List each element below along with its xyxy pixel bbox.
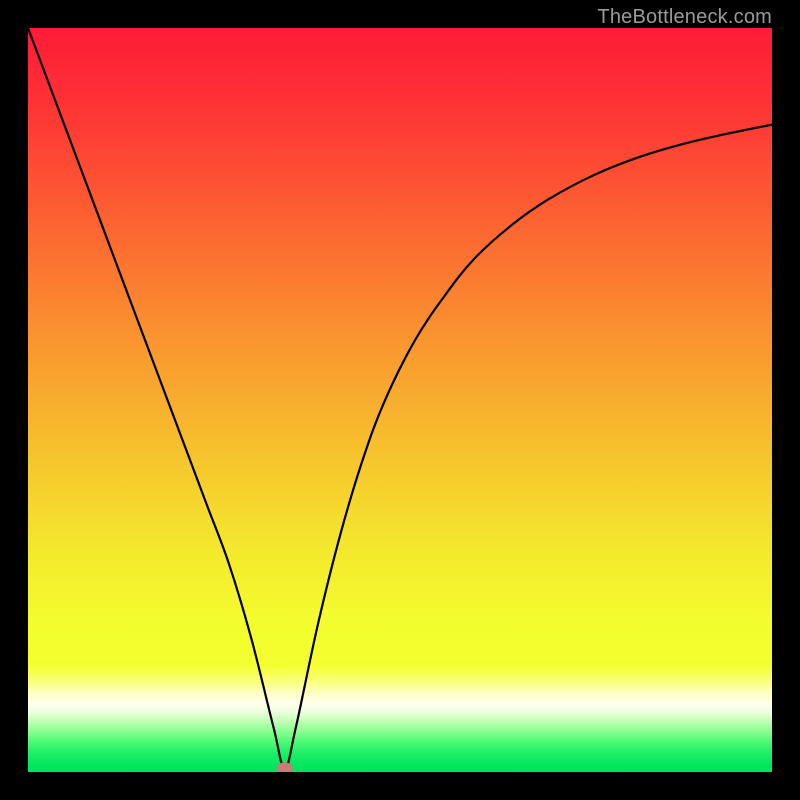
curve-layer — [28, 28, 772, 772]
bottleneck-curve — [28, 28, 772, 768]
watermark-text: TheBottleneck.com — [597, 6, 772, 29]
optimal-point-marker — [277, 762, 293, 772]
chart-frame: TheBottleneck.com — [0, 0, 800, 800]
plot-area — [28, 28, 772, 772]
